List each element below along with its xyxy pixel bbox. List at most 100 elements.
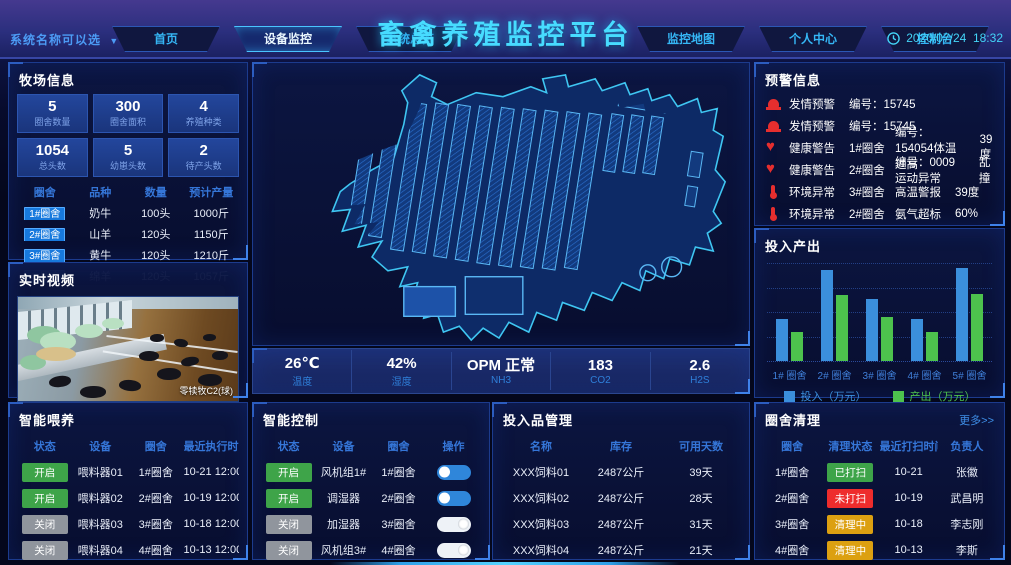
- page-title: 畜禽养殖监控平台: [378, 13, 634, 52]
- cell: 1#圈舍: [128, 464, 184, 480]
- bar: [956, 268, 968, 361]
- datetime: 2020/07/24 18:32: [887, 31, 1003, 45]
- cell: 2487公斤: [581, 464, 661, 480]
- bar: [866, 299, 878, 361]
- cell: 风机组3#: [316, 542, 371, 558]
- bar: [821, 270, 833, 361]
- status-badge: 关闭: [22, 515, 68, 534]
- column-header: 品种: [73, 184, 129, 200]
- status-badge: 开启: [266, 489, 312, 508]
- table-row: 1#圈舍奶牛100头1000斤: [17, 202, 239, 223]
- column-header: 状态: [17, 438, 73, 454]
- smart-feeding-panel: 智能喂养 状态设备圈舍最近执行时间开启喂料器011#圈舍10-21 12:00开…: [8, 402, 248, 560]
- cell: 10-21 12:00: [184, 466, 240, 478]
- column-header: 清理状态: [821, 438, 879, 454]
- table-row: 开启风机组1#1#圈舍: [261, 459, 481, 485]
- tab-device-monitor[interactable]: 设备监控: [234, 26, 342, 52]
- supplies-table: 名称库存可用天数XXX饲料012487公斤39天XXX饲料022487公斤28天…: [493, 433, 749, 565]
- table-row: 1#圈舍已打扫10-21张徽: [763, 459, 996, 485]
- table-row: 关闭喂料器044#圈舍10-13 12:00: [17, 537, 239, 563]
- alert-row: 环境异常2#圈舍氨气超标60%: [755, 203, 1004, 225]
- bar-group: [776, 263, 803, 361]
- more-link[interactable]: 更多>>: [959, 412, 994, 428]
- cow: [119, 379, 142, 392]
- cell: 清理中: [821, 541, 879, 560]
- toggle-switch[interactable]: [437, 465, 471, 480]
- video-feed[interactable]: 零犊牧C2(球): [17, 296, 239, 402]
- cell: 3#圈舍: [763, 516, 821, 532]
- cell: 奶牛: [73, 205, 129, 221]
- toggle-switch[interactable]: [437, 543, 471, 558]
- io-chart: 1# 圈舍2# 圈舍3# 圈舍4# 圈舍5# 圈舍 投入（万元）产出（万元）: [755, 259, 1004, 404]
- cell: 黄牛: [73, 247, 129, 263]
- cell: 清理中: [821, 515, 879, 534]
- supplies-panel: 投入品管理 名称库存可用天数XXX饲料012487公斤39天XXX饲料02248…: [492, 402, 750, 560]
- feed-pile: [36, 347, 76, 361]
- alerts-panel: 预警信息 发情预警编号：15745 发情预警编号：15745 健康警告1#圈舍编…: [754, 62, 1005, 226]
- status-badge: 已打扫: [827, 463, 873, 482]
- cell: 4#圈舍: [371, 542, 426, 558]
- table-row: 关闭加湿器3#圈舍: [261, 511, 481, 537]
- cell: 山羊: [73, 226, 129, 242]
- toggle-switch[interactable]: [437, 491, 471, 506]
- cell: 120头: [128, 247, 184, 263]
- tab-home[interactable]: 首页: [112, 26, 220, 52]
- status-badge: 关闭: [266, 541, 312, 560]
- cell: 3#圈舍: [128, 516, 184, 532]
- column-header: 可用天数: [661, 438, 741, 454]
- table-header-row: 名称库存可用天数: [501, 433, 741, 459]
- alert-row: 发情预警编号：15745: [755, 115, 1004, 137]
- bar: [926, 332, 938, 361]
- tab-personal-center[interactable]: 个人中心: [759, 26, 867, 52]
- table-row: 3#圈舍清理中10-18李志刚: [763, 511, 996, 537]
- cell: 已打扫: [821, 463, 879, 482]
- farm-stats: 5圈舍数量 300圈舍面积 4养殖种类 1054总头数 5幼崽头数 2待产头数: [9, 93, 247, 181]
- status-badge: 清理中: [827, 541, 873, 560]
- column-header: 最近打扫时间: [880, 438, 938, 454]
- stat-card: 2待产头数: [168, 138, 239, 177]
- toggle-switch[interactable]: [437, 517, 471, 532]
- env-nh3: OPM 正常NH3: [451, 352, 550, 390]
- cow: [157, 368, 181, 380]
- alert-row: 发情预警编号：15745: [755, 93, 1004, 115]
- tab-monitor-map[interactable]: 监控地图: [637, 26, 745, 52]
- column-header: 最近执行时间: [184, 438, 240, 454]
- cell: 关闭: [261, 541, 316, 560]
- table-row: 开启喂料器022#圈舍10-19 12:00: [17, 485, 239, 511]
- cell: 开启: [17, 489, 73, 508]
- hay-pile: [102, 318, 124, 329]
- camera-label: 零犊牧C2(球): [180, 384, 234, 397]
- env-co2: 183CO2: [550, 352, 649, 390]
- hay-pile: [75, 324, 103, 338]
- column-header: 圈舍: [371, 438, 426, 454]
- x-tick-label: 4# 圈舍: [908, 367, 942, 382]
- cell: 加湿器: [316, 516, 371, 532]
- x-tick-label: 3# 圈舍: [863, 367, 897, 382]
- cell: 1#圈舍: [763, 464, 821, 480]
- farm-map[interactable]: [253, 63, 749, 345]
- status-badge: 开启: [22, 489, 68, 508]
- column-header: 库存: [581, 438, 661, 454]
- cell: 10-19: [880, 492, 938, 504]
- cell: 3#圈舍: [371, 516, 426, 532]
- cell: 39天: [661, 464, 741, 480]
- cell: 喂料器02: [73, 490, 129, 506]
- stat-card: 1054总头数: [17, 138, 88, 177]
- system-name-select[interactable]: 系统名称可以选 ▼: [10, 31, 119, 48]
- smart-feeding-table: 状态设备圈舍最近执行时间开启喂料器011#圈舍10-21 12:00开启喂料器0…: [9, 433, 247, 565]
- legend-swatch: [893, 391, 904, 402]
- alert-row: 环境异常3#圈舍高温警报39度: [755, 181, 1004, 203]
- cleaning-panel: 圈舍清理 更多>> 圈舍清理状态最近打扫时间负责人1#圈舍已打扫10-21张徽2…: [754, 402, 1005, 560]
- farm-map-panel: [252, 62, 750, 346]
- status-badge: 清理中: [827, 515, 873, 534]
- system-name-label: 系统名称可以选: [10, 33, 101, 47]
- column-header: 设备: [316, 438, 371, 454]
- cell: 4#圈舍: [763, 542, 821, 558]
- bar-group: [866, 263, 893, 361]
- x-axis-labels: 1# 圈舍2# 圈舍3# 圈舍4# 圈舍5# 圈舍: [767, 362, 992, 384]
- table-header-row: 圈舍清理状态最近打扫时间负责人: [763, 433, 996, 459]
- thermometer-icon: [765, 206, 782, 222]
- bar: [791, 332, 803, 361]
- smart-control-panel: 智能控制 状态设备圈舍操作开启风机组1#1#圈舍开启调湿器2#圈舍关闭加湿器3#…: [252, 402, 490, 560]
- env-humidity: 42%湿度: [351, 350, 450, 392]
